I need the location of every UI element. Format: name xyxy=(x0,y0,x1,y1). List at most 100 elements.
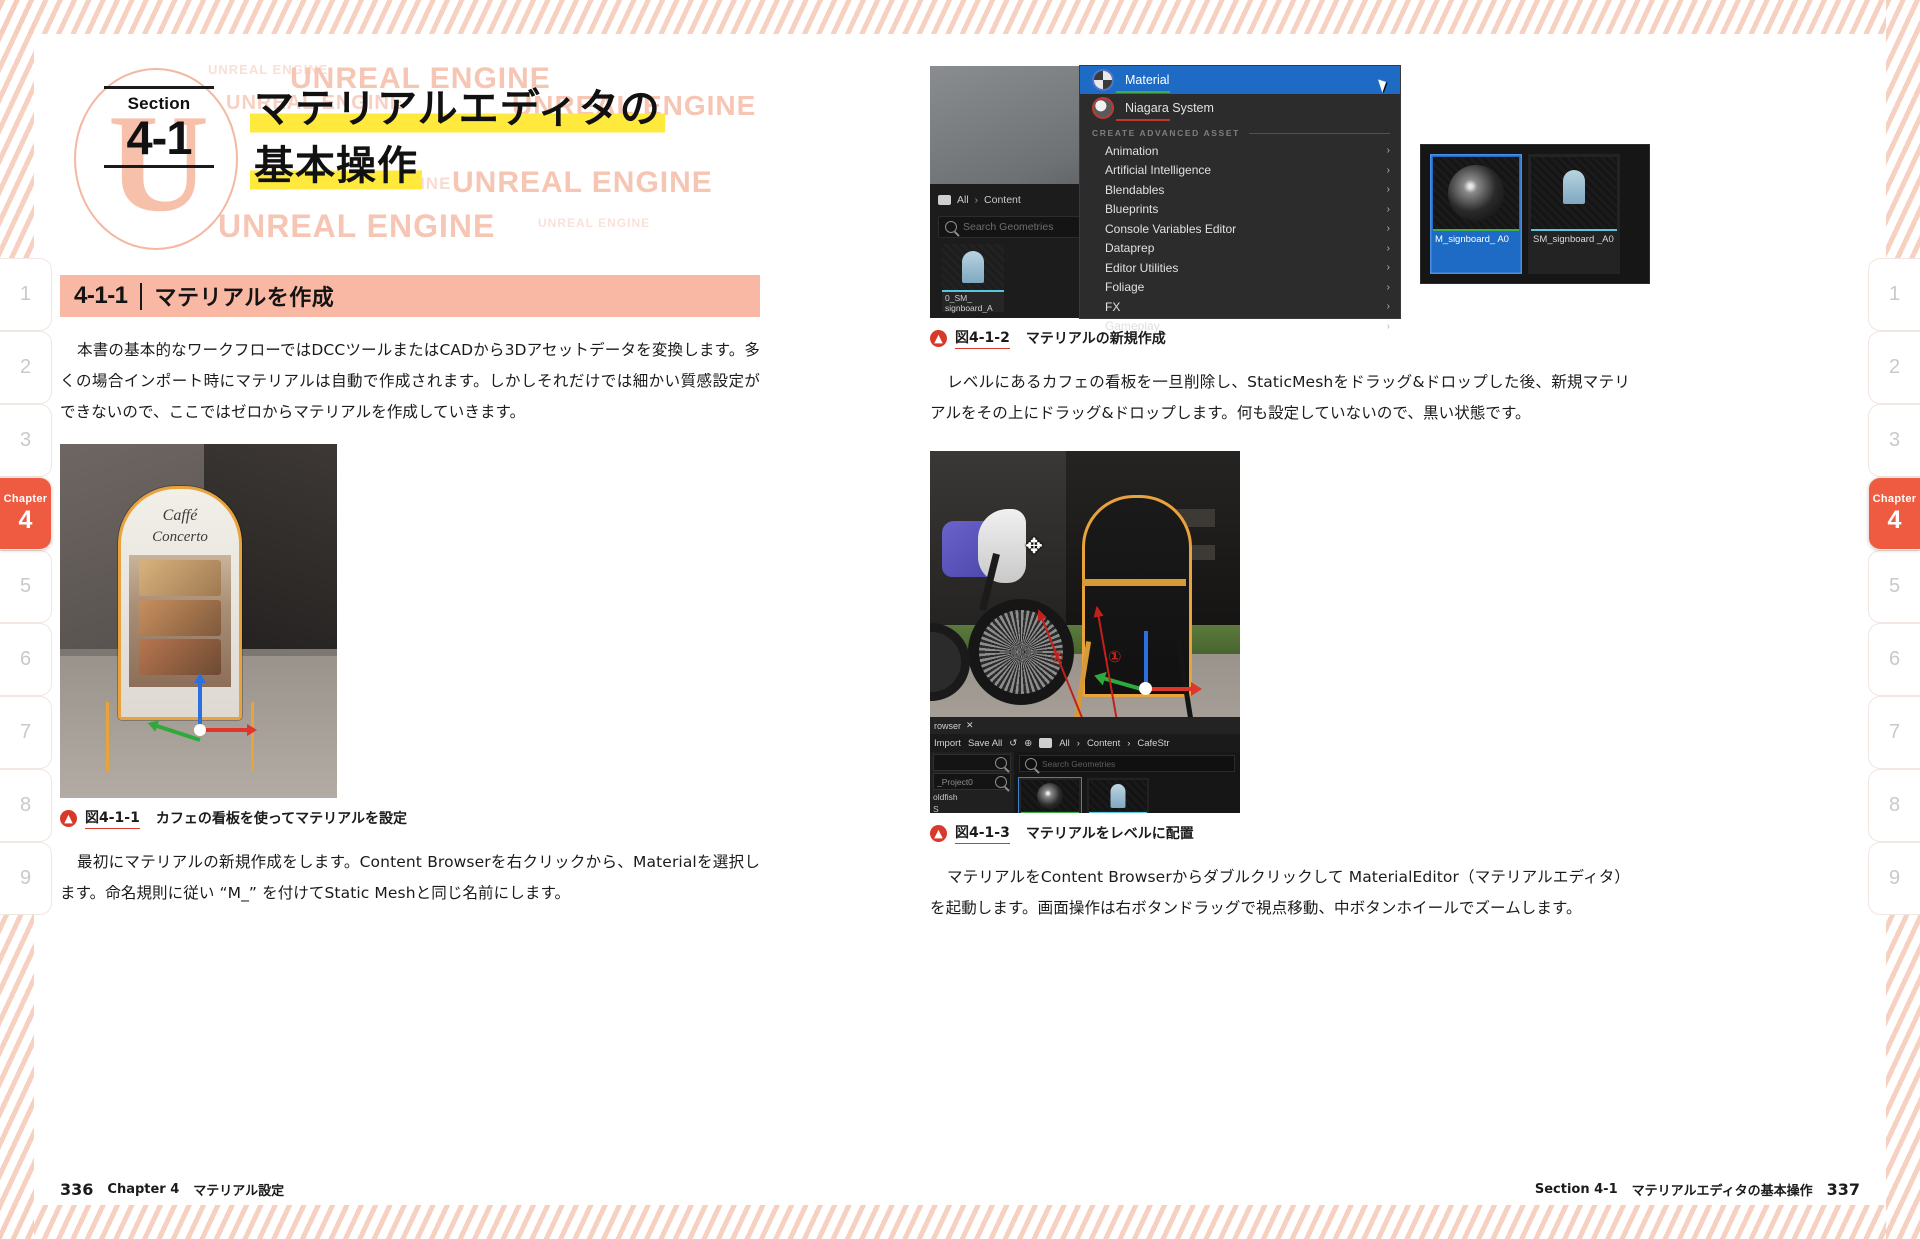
asset-card-mesh[interactable]: SM_signboard _A0 xyxy=(1087,778,1149,813)
annotation-marker-1: ① xyxy=(1108,649,1122,666)
menu-item-gameplay[interactable]: Gameplay › xyxy=(1080,317,1400,337)
menu-item-label: Material xyxy=(1125,73,1170,87)
chapter-tab-3[interactable]: 3 xyxy=(1868,404,1920,477)
figure-3-caption: ▲ 図4-1-3 マテリアルをレベルに配置 xyxy=(930,822,1630,844)
sources-tree: oldfish S oad BV2022 M_signboard_A Geome… xyxy=(930,792,1014,813)
chapter-tab-6[interactable]: 6 xyxy=(1868,623,1920,696)
figure-2: All › Content Search Geometries 0_SM_ si… xyxy=(930,66,1650,349)
menu-item-label: Editor Utilities xyxy=(1105,260,1179,275)
asset-card-material[interactable]: M_signboard_ A0 xyxy=(1018,777,1082,813)
chapter-tab-8[interactable]: 8 xyxy=(1868,769,1920,842)
up-arrow-icon: ▲ xyxy=(930,824,947,842)
chapter-tab-6[interactable]: 6 xyxy=(0,623,52,696)
figure-1-caption: ▲ 図4-1-1 カフェの看板を使ってマテリアルを設定 xyxy=(60,807,760,829)
chapter-tab-number: 4 xyxy=(1887,505,1902,534)
save-all-button[interactable]: Save All xyxy=(968,738,1002,749)
chapter-tab-4-active[interactable]: Chapter 4 xyxy=(0,477,52,550)
menu-item-label: Blueprints xyxy=(1105,202,1159,217)
project-search[interactable]: _Project0 xyxy=(933,773,1011,790)
menu-item-material[interactable]: Material xyxy=(1080,66,1400,94)
chapter-tab-7[interactable]: 7 xyxy=(0,696,52,769)
menu-item-editor-utilities[interactable]: Editor Utilities › xyxy=(1080,258,1400,278)
asset-thumbnail[interactable]: 0_SM_ signboard_A xyxy=(942,244,1004,313)
figure-1: Caffé Concerto ▲ 図4-1-1 カフェの看板を使ってマテリアルを… xyxy=(60,444,760,829)
menu-item-label: Animation xyxy=(1105,143,1159,158)
sources-search-top[interactable] xyxy=(933,754,1011,771)
menu-item-dataprep[interactable]: Dataprep › xyxy=(1080,239,1400,259)
menu-item-niagara-system[interactable]: Niagara System xyxy=(1080,94,1400,122)
chevron-right-icon: › xyxy=(974,194,979,206)
asset-type-strip xyxy=(942,290,1004,292)
asset-search-input[interactable]: Search Geometries xyxy=(1019,755,1235,772)
breadcrumb-content[interactable]: Content xyxy=(984,194,1021,206)
niagara-type-underline xyxy=(1116,119,1170,121)
menu-item-label: Console Variables Editor xyxy=(1105,221,1237,236)
menu-item-foliage[interactable]: Foliage › xyxy=(1080,278,1400,298)
asset-card-mesh[interactable]: SM_signboard _A0 xyxy=(1528,154,1620,274)
breadcrumb-content[interactable]: Content xyxy=(1087,738,1120,749)
content-browser-toolbar: Import Save All ↺ ⊕ All › Content › Cafe… xyxy=(930,734,1240,752)
chapter-tab-word: Chapter xyxy=(3,493,48,506)
chevron-right-icon: › xyxy=(1386,145,1390,157)
chapter-tab-3[interactable]: 3 xyxy=(0,404,52,477)
right-paragraph-1: レベルにあるカフェの看板を一旦削除し、StaticMeshをドラッグ&ドロップし… xyxy=(930,373,1630,422)
chapter-tab-9[interactable]: 9 xyxy=(0,842,52,915)
content-browser-assets: Search Geometries M_signboard_ A0 xyxy=(1014,752,1240,813)
tree-item[interactable]: oldfish xyxy=(933,792,1014,804)
page-title-line2: 基本操作 xyxy=(250,141,422,193)
chapter-tab-8[interactable]: 8 xyxy=(0,769,52,842)
chapter-tab-2[interactable]: 2 xyxy=(0,331,52,404)
search-icon xyxy=(945,221,957,233)
asset-card-material[interactable]: M_signboard_ A0 xyxy=(1430,154,1522,274)
history-back-icon[interactable]: ↺ xyxy=(1009,738,1017,749)
tree-item[interactable]: S xyxy=(933,804,1014,814)
section-rule-bottom xyxy=(104,164,214,168)
close-icon[interactable]: ✕ xyxy=(966,720,974,731)
move-handle-icon[interactable]: ✥ xyxy=(1022,535,1046,559)
gizmo-x-axis xyxy=(200,724,257,736)
menu-item-artificial-intelligence[interactable]: Artificial Intelligence › xyxy=(1080,161,1400,181)
menu-item-animation[interactable]: Animation › xyxy=(1080,141,1400,161)
tab-label: rowser xyxy=(934,720,962,731)
chevron-right-icon: › xyxy=(1386,281,1390,293)
breadcrumb-cafe[interactable]: CafeStr xyxy=(1137,738,1169,749)
chapter-tab-2[interactable]: 2 xyxy=(1868,331,1920,404)
menu-item-blendables[interactable]: Blendables › xyxy=(1080,180,1400,200)
menu-item-console-variables-editor[interactable]: Console Variables Editor › xyxy=(1080,219,1400,239)
folder-icon xyxy=(1039,738,1053,748)
asset-card-label: SM_signboard _A0 xyxy=(1533,234,1614,245)
menu-item-fx[interactable]: FX › xyxy=(1080,297,1400,317)
asset-grid-panel: M_signboard_ A0 SM_signboard _A0 xyxy=(1420,144,1650,284)
search-icon xyxy=(995,775,1007,788)
menu-item-label: Dataprep xyxy=(1105,241,1155,256)
breadcrumb-all[interactable]: All xyxy=(1059,738,1070,749)
chapter-tab-9[interactable]: 9 xyxy=(1868,842,1920,915)
import-button[interactable]: Import xyxy=(934,738,961,749)
chapter-tab-5[interactable]: 5 xyxy=(1868,550,1920,623)
figure-1-number: 図4-1-1 xyxy=(85,807,140,829)
chapter-tab-7[interactable]: 7 xyxy=(1868,696,1920,769)
content-browser-tab[interactable]: rowser ✕ xyxy=(930,717,1240,734)
asset-card-label: M_signboard_ A0 xyxy=(1435,234,1509,245)
add-folder-icon[interactable]: ⊕ xyxy=(1024,738,1032,749)
motorcycle-rear-wheel xyxy=(930,623,970,701)
chevron-right-icon: › xyxy=(1076,737,1080,749)
chapter-tab-label: 7 xyxy=(1888,721,1901,743)
chapter-tab-label: 2 xyxy=(1888,356,1901,378)
project-label: _Project0 xyxy=(937,776,973,787)
chapter-tab-1[interactable]: 1 xyxy=(1868,258,1920,331)
chevron-right-icon: › xyxy=(1386,242,1390,254)
chapter-tab-label: 1 xyxy=(1888,283,1901,305)
chapter-tab-4-active[interactable]: Chapter 4 xyxy=(1868,477,1920,550)
chapter-tab-label: 3 xyxy=(19,429,32,451)
chevron-right-icon: › xyxy=(1386,262,1390,274)
menu-item-blueprints[interactable]: Blueprints › xyxy=(1080,200,1400,220)
chevron-right-icon: › xyxy=(1386,164,1390,176)
asset-card-grid: M_signboard_ A0 SM_signboard _A0 xyxy=(1014,775,1240,813)
search-placeholder: Search Geometries xyxy=(963,221,1054,233)
chapter-tab-1[interactable]: 1 xyxy=(0,258,52,331)
chapter-tab-5[interactable]: 5 xyxy=(0,550,52,623)
chevron-right-icon: › xyxy=(1386,203,1390,215)
breadcrumb-all[interactable]: All xyxy=(957,194,969,206)
figure-3: ✥ ① ② rowser ✕ Import Save All ↺ ⊕ All ›… xyxy=(930,451,1630,844)
